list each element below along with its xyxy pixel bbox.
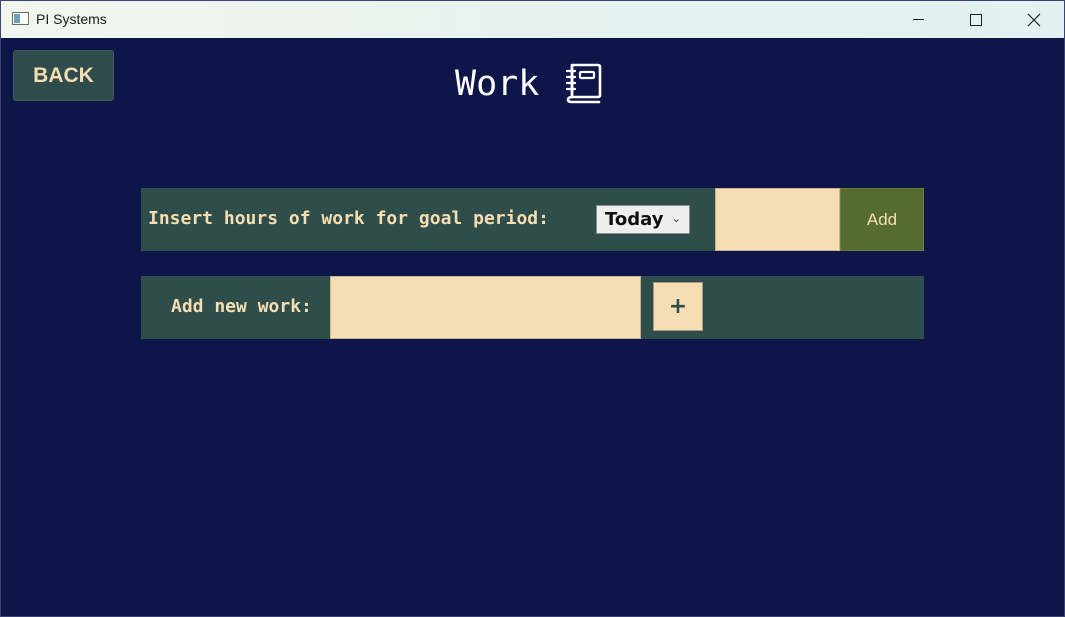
- period-dropdown[interactable]: Today ⌄: [596, 205, 690, 234]
- title-bar[interactable]: PI Systems: [1, 1, 1064, 38]
- hours-panel: Insert hours of work for goal period: To…: [141, 188, 924, 251]
- notebook-icon: [565, 63, 602, 104]
- page-title: Work: [455, 64, 540, 104]
- app-window-icon: [12, 12, 29, 25]
- hours-input[interactable]: [715, 188, 840, 251]
- period-selected-value: Today: [605, 209, 664, 230]
- close-icon: [1027, 13, 1041, 26]
- hours-label: Insert hours of work for goal period:: [148, 208, 549, 229]
- minimize-icon: [912, 19, 924, 20]
- new-work-panel: Add new work: +: [141, 276, 924, 339]
- new-work-input[interactable]: [330, 276, 641, 339]
- maximize-button[interactable]: [947, 1, 1005, 38]
- add-work-button[interactable]: +: [653, 282, 703, 331]
- close-button[interactable]: [1005, 1, 1063, 38]
- maximize-icon: [970, 13, 982, 26]
- chevron-down-icon: ⌄: [671, 212, 681, 225]
- new-work-label: Add new work:: [171, 296, 312, 317]
- back-button[interactable]: BACK: [13, 50, 114, 101]
- minimize-button[interactable]: [889, 1, 947, 38]
- window-title: PI Systems: [36, 11, 107, 27]
- add-hours-button[interactable]: Add: [840, 188, 924, 251]
